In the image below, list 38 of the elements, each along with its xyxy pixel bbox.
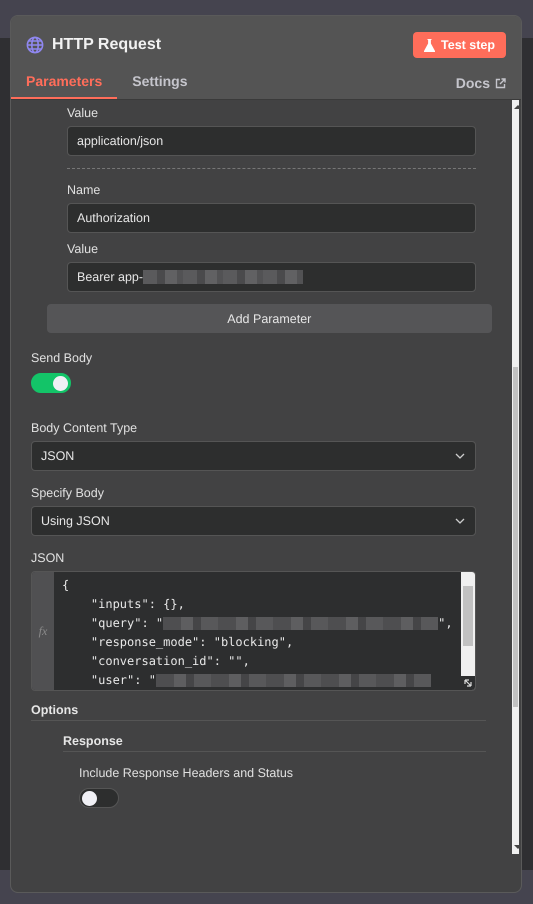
docs-link[interactable]: Docs bbox=[456, 67, 506, 99]
field-label: Specify Body bbox=[31, 486, 105, 500]
globe-icon bbox=[26, 36, 44, 54]
field-label: JSON bbox=[31, 551, 66, 565]
section-title: Options bbox=[31, 703, 486, 721]
field-label: Value bbox=[67, 242, 100, 256]
dropdown-field[interactable]: JSON bbox=[31, 441, 476, 471]
code-line: "user": " bbox=[90, 672, 156, 689]
field-label: Send Body bbox=[31, 351, 94, 365]
scroll-down-icon[interactable] bbox=[514, 843, 521, 851]
add-parameter-button[interactable]: Add Parameter bbox=[47, 304, 492, 333]
field-label: Body Content Type bbox=[31, 421, 138, 435]
code-line: ", bbox=[438, 615, 453, 632]
expression-label: fx bbox=[32, 572, 54, 690]
input-field[interactable]: application/json bbox=[67, 126, 476, 156]
tab[interactable]: Settings bbox=[117, 65, 203, 99]
code-line: "conversation_id": "", bbox=[90, 653, 250, 670]
section-title: Response bbox=[63, 734, 486, 752]
resize-icon[interactable] bbox=[460, 676, 475, 690]
scroll-up-icon[interactable] bbox=[514, 103, 521, 111]
input-field[interactable]: Authorization bbox=[67, 203, 476, 233]
toggle-switch[interactable] bbox=[31, 373, 71, 393]
toggle-switch[interactable] bbox=[79, 788, 119, 808]
code-line: "response_mode": "blocking", bbox=[90, 634, 294, 651]
code-line: "inputs": {}, bbox=[90, 596, 185, 613]
external-link-icon bbox=[495, 78, 506, 88]
node-title: HTTP Request bbox=[52, 36, 162, 54]
dropdown-field[interactable]: Using JSON bbox=[31, 506, 476, 536]
code-editor[interactable]: fx { "inputs": {}, "query": " ", "response_mode": "blocking", "conversation_id": "", "user": " bbox=[31, 571, 476, 691]
code-line: "query": " bbox=[90, 615, 164, 632]
scrollbar[interactable] bbox=[460, 572, 475, 690]
scrollbar[interactable] bbox=[512, 100, 519, 854]
field-label: Name bbox=[67, 183, 102, 197]
code-line: { bbox=[62, 577, 70, 594]
input-field[interactable]: Bearer app- bbox=[67, 262, 476, 292]
field-label: Include Response Headers and Status bbox=[79, 766, 294, 780]
field-label: Value bbox=[67, 106, 100, 120]
flask-icon bbox=[424, 38, 436, 52]
